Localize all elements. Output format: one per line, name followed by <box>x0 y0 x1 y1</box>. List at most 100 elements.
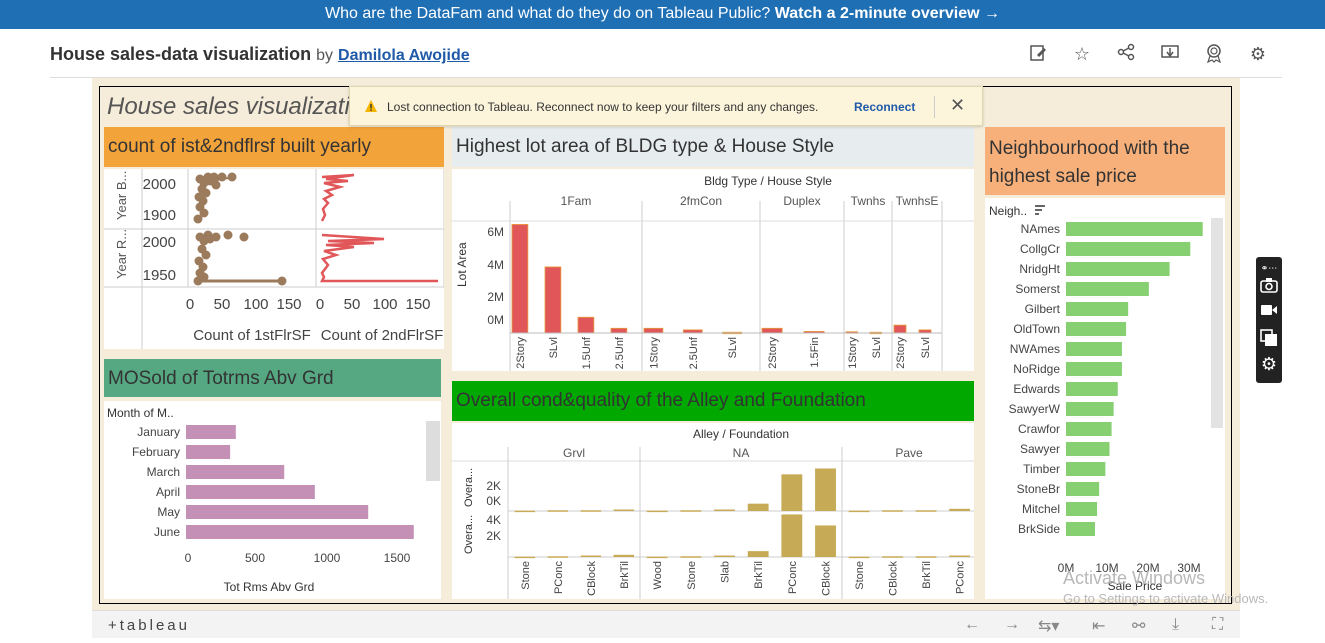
neigh-label: NAmes <box>1021 222 1060 236</box>
month-bar[interactable] <box>186 485 315 499</box>
neigh-bar[interactable] <box>1066 262 1170 276</box>
share-icon[interactable] <box>1115 43 1137 65</box>
alley-bar-top[interactable] <box>514 510 536 513</box>
neigh-bar[interactable] <box>1066 382 1118 396</box>
alley-bar-bottom[interactable] <box>815 525 836 557</box>
fullscreen-icon[interactable]: ⛶ <box>1212 616 1223 634</box>
lotarea-bar[interactable] <box>610 327 628 334</box>
neigh-bar[interactable] <box>1066 442 1110 456</box>
chart-neighbourhood-bar[interactable]: Neigh.. NAmes CollgCr NridgHt Somerst Gilber… <box>985 198 1225 599</box>
revert-icon[interactable]: ⇆▾ <box>1038 616 1059 636</box>
neigh-bar[interactable] <box>1066 242 1191 256</box>
month-bar[interactable] <box>186 425 236 439</box>
alley-bar-bottom[interactable] <box>882 556 903 558</box>
neigh-bar[interactable] <box>1066 522 1095 536</box>
mosold-dim-label: Month of M.. <box>107 406 174 420</box>
alley-bar-bottom[interactable] <box>747 551 769 557</box>
alley-bar-top[interactable] <box>613 509 635 512</box>
neigh-bar[interactable] <box>1066 482 1100 496</box>
mosold-scrollbar[interactable] <box>426 421 440 481</box>
reconnect-button[interactable]: Reconnect <box>854 100 915 114</box>
video-icon[interactable] <box>1259 303 1279 321</box>
lotarea-bar[interactable] <box>761 327 783 334</box>
alley-bar-bottom[interactable] <box>781 514 803 557</box>
alley-bar-bottom[interactable] <box>514 556 536 559</box>
alley-bar-bottom[interactable] <box>613 554 635 557</box>
neigh-bar[interactable] <box>1066 402 1114 416</box>
alley-bar-bottom[interactable] <box>915 556 937 558</box>
footer-share-icon[interactable]: ⚯ <box>1132 616 1145 636</box>
month-bar[interactable] <box>186 465 285 479</box>
author-link[interactable]: Damilola Awojide <box>338 47 470 64</box>
neigh-bar[interactable] <box>1066 462 1106 476</box>
neigh-bar[interactable] <box>1066 222 1203 236</box>
neigh-bar[interactable] <box>1066 362 1122 376</box>
style-label: 2Story <box>767 337 779 369</box>
alley-bar-top[interactable] <box>714 509 735 512</box>
neigh-scrollbar[interactable] <box>1211 218 1223 428</box>
x-axis-title-2: Count of 2ndFlrSF <box>321 327 444 344</box>
badge-icon[interactable] <box>1203 43 1225 65</box>
alley-bar-bottom[interactable] <box>547 556 569 558</box>
alley-bar-top[interactable] <box>547 510 569 512</box>
chart-yearly-scatter[interactable]: Year B... Year R... 2000 1900 2000 1950 … <box>104 169 444 349</box>
sort-icon[interactable] <box>1035 205 1045 215</box>
alley-bar-top[interactable] <box>848 510 870 513</box>
neigh-bar[interactable] <box>1066 422 1112 436</box>
gear-icon[interactable]: ⚙ <box>1259 355 1279 373</box>
footer-download-icon[interactable]: ⤓ <box>1172 616 1179 634</box>
undo-icon[interactable]: ← <box>964 616 980 634</box>
alley-bar-bottom[interactable] <box>949 555 970 558</box>
ytick-b2: 1950 <box>143 267 176 284</box>
redo-icon[interactable]: → <box>1004 616 1020 634</box>
banner-link[interactable]: Watch a 2-minute overview → <box>775 5 1000 22</box>
alley-bar-top[interactable] <box>747 503 769 511</box>
tableau-logo[interactable]: +tableau <box>108 617 190 634</box>
month-bar[interactable] <box>186 525 414 539</box>
neigh-bar[interactable] <box>1066 502 1098 516</box>
alley-bar-top[interactable] <box>781 474 803 511</box>
alley-bar-bottom[interactable] <box>646 556 668 559</box>
watermark-line2: Go to Settings to activate Windows. <box>1063 591 1269 606</box>
alley-bar-top[interactable] <box>949 508 970 511</box>
alley-bar-top[interactable] <box>680 510 702 512</box>
neigh-label: Crawfor <box>1018 422 1060 436</box>
lotarea-bar[interactable] <box>577 316 595 334</box>
lotarea-bar[interactable] <box>893 324 907 334</box>
chart-mosold-bar[interactable]: Month of M.. January February March April Ma… <box>104 401 441 599</box>
neigh-bar[interactable] <box>1066 322 1127 336</box>
copy-icon[interactable] <box>1259 329 1279 347</box>
settings-icon[interactable]: ⚙ <box>1247 43 1269 65</box>
camera-icon[interactable] <box>1259 277 1279 295</box>
alley-bar-top[interactable] <box>646 510 668 513</box>
lotarea-bar[interactable] <box>643 327 664 334</box>
neigh-bar[interactable] <box>1066 302 1129 316</box>
alley-bar-bottom[interactable] <box>580 555 602 558</box>
neigh-label: NoRidge <box>1013 362 1060 376</box>
alley-bar-bottom[interactable] <box>680 556 702 558</box>
download-icon[interactable] <box>1159 43 1181 65</box>
chart-alley-bar[interactable]: Alley / Foundation Overa... Overa... 2K … <box>452 423 974 599</box>
close-icon[interactable]: ✕ <box>950 95 965 116</box>
neigh-bar[interactable] <box>1066 342 1122 356</box>
lotarea-bar[interactable] <box>511 224 529 334</box>
edit-icon[interactable] <box>1027 43 1049 65</box>
alley-bar-bottom[interactable] <box>848 556 870 559</box>
reset-icon[interactable]: ⇤ <box>1092 616 1105 636</box>
month-label: March <box>147 465 180 479</box>
row-label-2: Year R... <box>114 229 129 279</box>
lotarea-bar[interactable] <box>544 266 562 334</box>
neigh-bar[interactable] <box>1066 282 1149 296</box>
watermark-line1: Activate Windows <box>1063 568 1206 588</box>
alley-bar-top[interactable] <box>882 510 903 512</box>
alley-bar-bottom[interactable] <box>714 555 735 558</box>
alley-bar-top[interactable] <box>580 510 602 512</box>
month-bar[interactable] <box>186 505 369 519</box>
chart-lotarea-bar[interactable]: Bldg Type / House Style Lot Area 6M 4M 2… <box>452 169 974 371</box>
star-icon[interactable]: ☆ <box>1071 43 1093 65</box>
alley-bar-top[interactable] <box>915 510 937 512</box>
month-bar[interactable] <box>186 445 231 459</box>
alley-bar-top[interactable] <box>815 468 836 511</box>
xtick-1c: 100 <box>243 296 268 313</box>
link-icon[interactable]: ⚭⋯ <box>1259 259 1279 277</box>
